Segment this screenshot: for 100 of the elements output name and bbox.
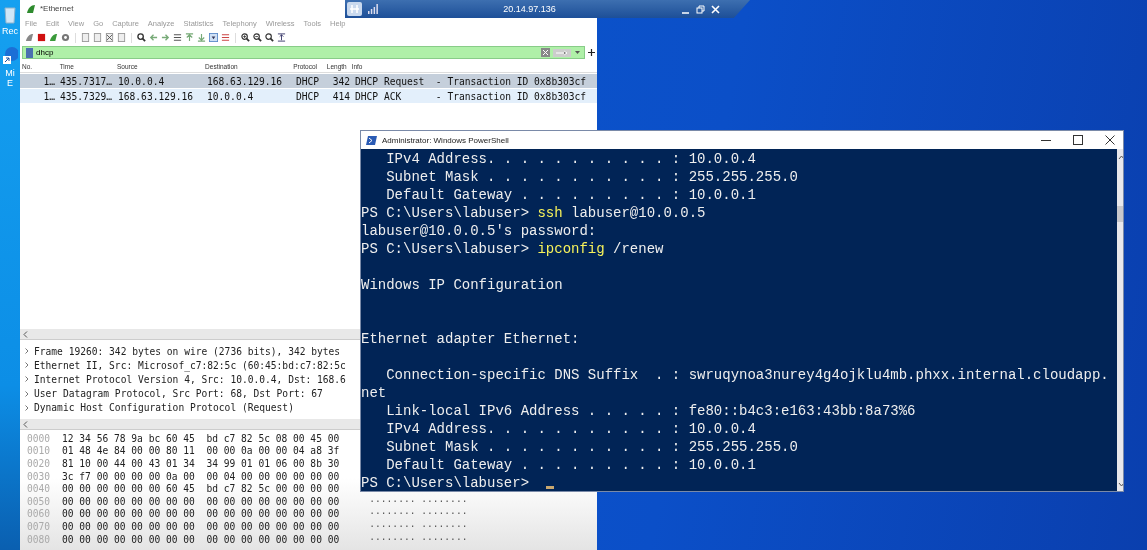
- hex-bytes: 00 00 00 00 00 00 00 00 00 00 00 00 00 00 00 00: [62, 533, 340, 545]
- detail-row[interactable]: Internet Protocol Version 4, Src: 10.0.0.4, Dst: 168.6: [34, 373, 346, 385]
- dropdown-caret-icon[interactable]: [574, 50, 581, 55]
- detail-row[interactable]: User Datagram Protocol, Src Port: 68, Dst Port: 67: [34, 388, 323, 400]
- fin-icon: [26, 3, 36, 14]
- remote-address: 20.14.97.136: [502, 4, 557, 14]
- terminal-text: Default Gateway . . . . . . . . . : 10.0.0.1: [385, 187, 756, 203]
- zoom-in-icon[interactable]: [241, 33, 250, 42]
- stop-icon[interactable]: [37, 33, 46, 42]
- maximize-icon[interactable]: [1073, 135, 1083, 145]
- terminal-text: Subnet Mask . . . . . . . . . . . : 255.255.255.0: [385, 439, 798, 455]
- down-arrow-icon[interactable]: [197, 33, 206, 42]
- back-arrow-icon[interactable]: [149, 33, 158, 42]
- ascii-dump: ········ ········: [369, 495, 468, 507]
- hex-offset: 0080: [27, 533, 52, 545]
- clear-icon[interactable]: [541, 48, 550, 57]
- bookmark-icon[interactable]: [26, 47, 33, 58]
- packet-row[interactable]: 1… 435.7317… 10.0.0.4 168.63.129.16 DHCP 342 DHCP Request - Transaction ID 0x8b303cf: [20, 74, 597, 88]
- packet-row[interactable]: 1… 435.7329… 168.63.129.16 10.0.0.4 DHCP 414 DHCP ACK - Transaction ID 0x8b303cf: [20, 89, 597, 103]
- detail-row[interactable]: Dynamic Host Configuration Protocol (Request): [34, 402, 294, 414]
- table-cell-text: 342: [331, 75, 351, 87]
- table-cell-text: 435.7317…: [59, 75, 113, 87]
- scroll-down-icon[interactable]: [1118, 482, 1123, 487]
- table-cell-text: DHCP: [295, 90, 321, 102]
- forward-arrow-icon[interactable]: [161, 33, 170, 42]
- ascii-dump: ········ ········: [369, 520, 468, 532]
- hex-bytes: 12 34 56 78 9a bc 60 45 bd c7 82 5c 08 00 45 00: [62, 432, 340, 444]
- resize-icon[interactable]: [277, 33, 286, 42]
- terminal-text: PS C:\Users\labuser>: [361, 475, 531, 491]
- terminal-text: /renew: [612, 241, 664, 257]
- add-icon[interactable]: [588, 49, 595, 56]
- hex-bytes: 00 00 00 00 00 00 00 00 00 00 00 00 00 00 00 00: [62, 508, 340, 520]
- table-cell-text: 1…: [42, 90, 56, 102]
- hex-bytes: 00 00 00 00 00 00 60 45 bd c7 82 5c 00 00 00 00: [62, 483, 340, 495]
- table-cell-text: 10.0.0.4: [117, 75, 166, 87]
- hex-bytes: 00 00 00 00 00 00 00 00 00 00 00 00 00 00 00 00: [62, 495, 340, 507]
- restore-icon[interactable]: [696, 4, 705, 14]
- terminal-text: PS C:\Users\labuser>: [361, 241, 531, 257]
- hex-bytes: 00 00 00 00 00 00 00 00 00 00 00 00 00 00 00 00: [62, 520, 340, 532]
- terminal-text: Connection-specific DNS Suffix . : swruqynoa3nurey4g4ojklu4mb.phxx.internal.cloudapp.: [385, 367, 1109, 383]
- table-cell-text: DHCP ACK - Transaction ID 0x8b303cf: [354, 90, 588, 102]
- hex-offset: 0060: [27, 508, 52, 520]
- hex-bytes: 01 48 4e 84 00 00 80 11 00 00 0a 00 00 04 a8 3f: [62, 445, 340, 457]
- terminal-text: labuser@10.0.0.5's password:: [361, 223, 597, 239]
- detail-row[interactable]: Frame 19260: 342 bytes on wire (2736 bits), 342 bytes: [34, 345, 341, 357]
- hex-offset: 0000: [27, 432, 52, 444]
- terminal-text: Windows IP Configuration: [361, 277, 563, 293]
- hex-bytes: 3c f7 00 00 00 00 0a 00 00 04 00 00 00 00 00 00: [62, 470, 340, 482]
- table-cell-text: 435.7329…: [59, 90, 113, 102]
- terminal-text: IPv4 Address. . . . . . . . . . . : 10.0.0.4: [385, 151, 756, 167]
- colorize-icon[interactable]: [221, 33, 230, 42]
- table-cell-text: 168.63.129.16: [206, 75, 284, 87]
- table-cell-text: 168.63.129.16: [117, 90, 195, 102]
- scroll-up-icon[interactable]: [1118, 155, 1123, 160]
- hex-bytes: 81 10 00 44 00 43 01 34 34 99 01 01 06 00 8b 30: [62, 458, 340, 469]
- list-icon[interactable]: [173, 33, 182, 42]
- command-text: ssh: [537, 205, 563, 221]
- terminal-icon: [366, 135, 377, 145]
- detail-row[interactable]: Ethernet II, Src: Microsof_c7:82:5c (60:45:bd:c7:82:5c: [34, 359, 346, 371]
- zoom-reset-icon[interactable]: [265, 33, 274, 42]
- terminal-text: labuser@10.0.0.5: [570, 205, 706, 221]
- hex-offset: 0070: [27, 520, 52, 532]
- terminal-text: Subnet Mask . . . . . . . . . . . : 255.255.255.0: [385, 169, 798, 185]
- table-cell-text: DHCP: [295, 75, 321, 87]
- cursor: [545, 486, 554, 489]
- terminal-text: Link-local IPv6 Address . . . . . : fe80::b4c3:e163:43bb:8a73%6: [385, 403, 916, 419]
- restart-icon[interactable]: [49, 33, 58, 42]
- table-cell-text: DHCP Request - Transaction ID 0x8b303cf: [354, 75, 588, 87]
- desktop-icon-label: Mi E: [5, 68, 15, 88]
- command-text: ipconfig: [537, 241, 605, 257]
- ascii-dump: ········ ········: [369, 533, 468, 545]
- hex-offset: 0050: [27, 495, 52, 507]
- fin-icon[interactable]: [25, 33, 34, 42]
- ascii-dump: ········ ········: [369, 508, 468, 520]
- search-icon[interactable]: [137, 33, 146, 42]
- hex-offset: 0010: [27, 445, 52, 457]
- zoom-out-icon[interactable]: [253, 33, 262, 42]
- terminal-text: IPv4 Address. . . . . . . . . . . : 10.0.0.4: [385, 421, 756, 437]
- table-cell-text: 414: [331, 90, 351, 102]
- window-title: Administrator: Windows PowerShell: [382, 135, 509, 145]
- autoscroll-icon[interactable]: [209, 33, 218, 42]
- hex-offset: 0030: [27, 470, 52, 482]
- up-arrow-icon[interactable]: [185, 33, 194, 42]
- terminal-text: Default Gateway . . . . . . . . . : 10.0.0.1: [385, 457, 756, 473]
- terminal-text: PS C:\Users\labuser>: [361, 205, 531, 221]
- gear-icon[interactable]: [61, 33, 70, 42]
- desktop-icon-label: Rec: [2, 26, 18, 36]
- table-cell-text: 10.0.0.4: [206, 90, 255, 102]
- hex-offset: 0020: [27, 458, 52, 469]
- close-icon[interactable]: [1105, 135, 1115, 145]
- hex-offset: 0040: [27, 483, 52, 495]
- window-title: *Ethernet: [40, 4, 74, 13]
- table-cell-text: 1…: [42, 75, 56, 87]
- recycle-bin-icon[interactable]: [4, 6, 16, 24]
- terminal-text: net: [361, 385, 387, 401]
- display-filter-field[interactable]: dhcp: [22, 46, 585, 59]
- signal-icon: [368, 4, 378, 14]
- close-file-icon[interactable]: [105, 33, 114, 42]
- terminal-text: Ethernet adapter Ethernet:: [361, 331, 580, 347]
- shortcut-icon[interactable]: [2, 46, 18, 66]
